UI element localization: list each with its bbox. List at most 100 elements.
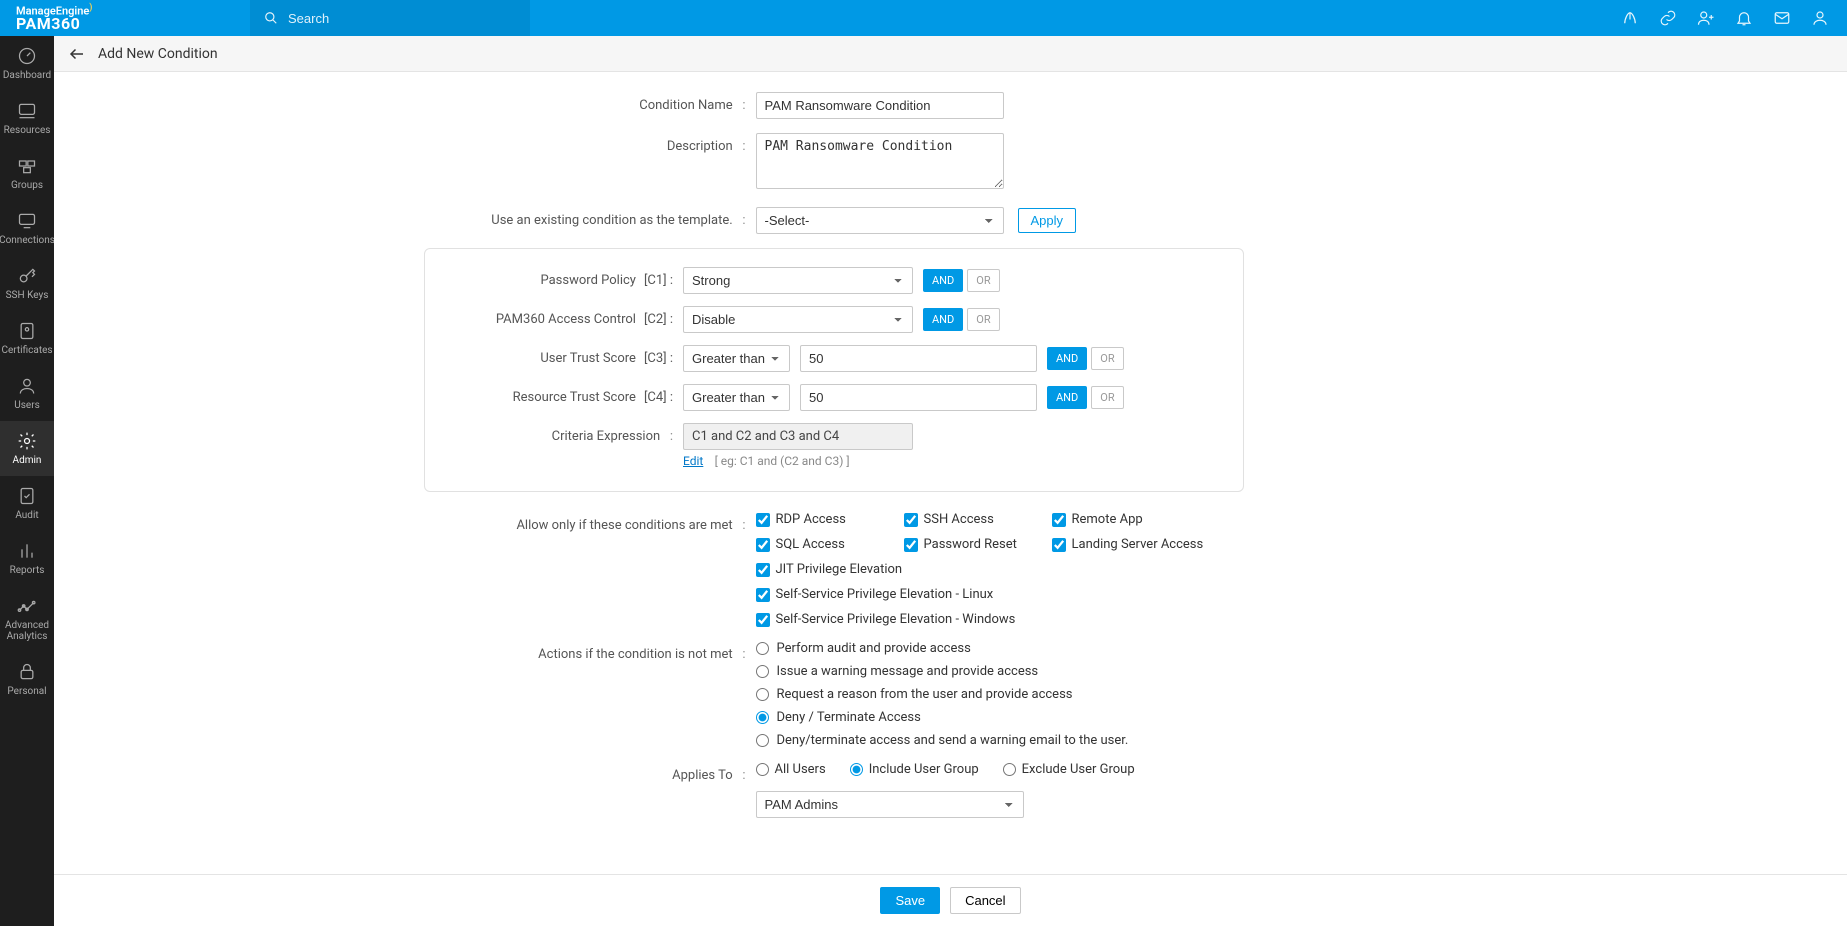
sidebar-label: Audit	[15, 510, 38, 521]
expression-box: C1 and C2 and C3 and C4	[683, 423, 913, 450]
c3-num-input[interactable]	[800, 345, 1037, 372]
edit-expression-link[interactable]: Edit	[683, 454, 703, 468]
radio-audit[interactable]: Perform audit and provide access	[756, 641, 1129, 656]
template-select[interactable]: -Select-	[756, 207, 1004, 234]
c1-and[interactable]: AND	[923, 269, 963, 292]
rocket-icon[interactable]	[1621, 9, 1639, 27]
expression-label: Criteria Expression	[443, 423, 683, 444]
bell-icon[interactable]	[1735, 9, 1753, 27]
c1-or[interactable]: OR	[967, 269, 999, 292]
c4-op-select[interactable]: Greater than	[683, 384, 790, 411]
search-icon	[264, 11, 278, 25]
actions-radios: Perform audit and provide access Issue a…	[756, 641, 1129, 748]
c3-op-select[interactable]: Greater than	[683, 345, 790, 372]
sidebar-label: Groups	[11, 180, 43, 191]
c2-and[interactable]: AND	[923, 308, 963, 331]
radio-deny-email[interactable]: Deny/terminate access and send a warning…	[756, 733, 1129, 748]
apply-button[interactable]: Apply	[1018, 208, 1077, 233]
save-button[interactable]: Save	[880, 887, 940, 914]
description-textarea[interactable]: PAM Ransomware Condition	[756, 133, 1004, 189]
page-title: Add New Condition	[98, 46, 218, 62]
sidebar-item-certificates[interactable]: Certificates	[0, 311, 54, 366]
add-user-icon[interactable]	[1697, 9, 1715, 27]
brand-accent-icon: )	[89, 3, 92, 13]
top-bar: ManageEngine) PAM360	[0, 0, 1847, 36]
chk-jit[interactable]: JIT Privilege Elevation	[756, 562, 956, 577]
radio-warn[interactable]: Issue a warning message and provide acce…	[756, 664, 1129, 679]
chk-pwdreset[interactable]: Password Reset	[904, 537, 1024, 552]
c2-select[interactable]: Disable	[683, 306, 913, 333]
sidebar-label: Resources	[4, 125, 51, 136]
c2-logic: AND OR	[923, 308, 1000, 331]
chk-sql[interactable]: SQL Access	[756, 537, 876, 552]
c3-or[interactable]: OR	[1091, 347, 1123, 370]
topbar-actions	[1621, 9, 1847, 27]
expression-hint: [ eg: C1 and (C2 and C3) ]	[715, 454, 850, 468]
search-input[interactable]	[288, 11, 516, 26]
sidebar: Dashboard Resources Groups Connections S…	[0, 36, 54, 926]
c2-label: PAM360 Access Control[C2] :	[443, 306, 683, 327]
template-label: Use an existing condition as the templat…	[491, 207, 756, 228]
condition-name-label: Condition Name	[491, 92, 756, 113]
radio-reason[interactable]: Request a reason from the user and provi…	[756, 687, 1129, 702]
sidebar-label: Advanced Analytics	[2, 620, 52, 642]
cancel-button[interactable]: Cancel	[950, 887, 1020, 914]
profile-icon[interactable]	[1811, 9, 1829, 27]
applies-radios: All Users Include User Group Exclude Use…	[756, 762, 1135, 777]
chk-ssh[interactable]: SSH Access	[904, 512, 1024, 527]
chk-selfservice-windows[interactable]: Self-Service Privilege Elevation - Windo…	[756, 612, 1016, 627]
sidebar-label: SSH Keys	[6, 290, 49, 301]
c4-num-input[interactable]	[800, 384, 1037, 411]
c4-logic: AND OR	[1047, 386, 1124, 409]
sidebar-label: Users	[14, 400, 40, 411]
description-label: Description	[491, 133, 756, 154]
c4-label: Resource Trust Score[C4] :	[443, 384, 683, 405]
mail-icon[interactable]	[1773, 9, 1791, 27]
sidebar-item-advanced-analytics[interactable]: Advanced Analytics	[0, 586, 54, 652]
brand-logo: ManageEngine) PAM360	[0, 4, 250, 33]
allow-checks: RDP Access SSH Access Remote App SQL Acc…	[756, 512, 1216, 627]
sidebar-label: Admin	[13, 455, 42, 466]
sidebar-item-audit[interactable]: Audit	[0, 476, 54, 531]
sidebar-item-sshkeys[interactable]: SSH Keys	[0, 256, 54, 311]
c2-or[interactable]: OR	[967, 308, 999, 331]
sidebar-item-connections[interactable]: Connections	[0, 201, 54, 256]
c3-label: User Trust Score[C3] :	[443, 345, 683, 366]
chk-rdp[interactable]: RDP Access	[756, 512, 876, 527]
sidebar-label: Reports	[10, 565, 45, 576]
chk-selfservice-linux[interactable]: Self-Service Privilege Elevation - Linux	[756, 587, 994, 602]
sidebar-item-reports[interactable]: Reports	[0, 531, 54, 586]
group-select[interactable]: PAM Admins	[756, 791, 1024, 818]
search-block[interactable]	[250, 0, 530, 36]
link-icon[interactable]	[1659, 9, 1677, 27]
radio-all-users[interactable]: All Users	[756, 762, 826, 777]
c1-select[interactable]: Strong	[683, 267, 913, 294]
applies-label: Applies To	[491, 762, 756, 783]
allow-label: Allow only if these conditions are met	[491, 512, 756, 533]
sidebar-item-resources[interactable]: Resources	[0, 91, 54, 146]
chk-remote[interactable]: Remote App	[1052, 512, 1172, 527]
main: Add New Condition Condition Name Descrip…	[54, 36, 1847, 926]
sidebar-item-dashboard[interactable]: Dashboard	[0, 36, 54, 91]
brand-bottom: PAM360	[16, 16, 234, 32]
footer-actions: Save Cancel	[54, 874, 1847, 926]
sidebar-item-admin[interactable]: Admin	[0, 421, 54, 476]
sidebar-item-groups[interactable]: Groups	[0, 146, 54, 201]
c4-or[interactable]: OR	[1091, 386, 1123, 409]
page-header: Add New Condition	[54, 36, 1847, 72]
radio-exclude-group[interactable]: Exclude User Group	[1003, 762, 1135, 777]
c3-and[interactable]: AND	[1047, 347, 1087, 370]
back-arrow-icon[interactable]	[68, 45, 86, 63]
radio-deny[interactable]: Deny / Terminate Access	[756, 710, 1129, 725]
sidebar-label: Dashboard	[3, 70, 51, 81]
condition-name-input[interactable]	[756, 92, 1004, 119]
c1-logic: AND OR	[923, 269, 1000, 292]
c4-and[interactable]: AND	[1047, 386, 1087, 409]
sidebar-item-users[interactable]: Users	[0, 366, 54, 421]
actions-label: Actions if the condition is not met	[491, 641, 756, 662]
sidebar-item-personal[interactable]: Personal	[0, 652, 54, 707]
radio-include-group[interactable]: Include User Group	[850, 762, 979, 777]
c3-logic: AND OR	[1047, 347, 1124, 370]
chk-landing[interactable]: Landing Server Access	[1052, 537, 1204, 552]
sidebar-label: Certificates	[1, 345, 52, 356]
